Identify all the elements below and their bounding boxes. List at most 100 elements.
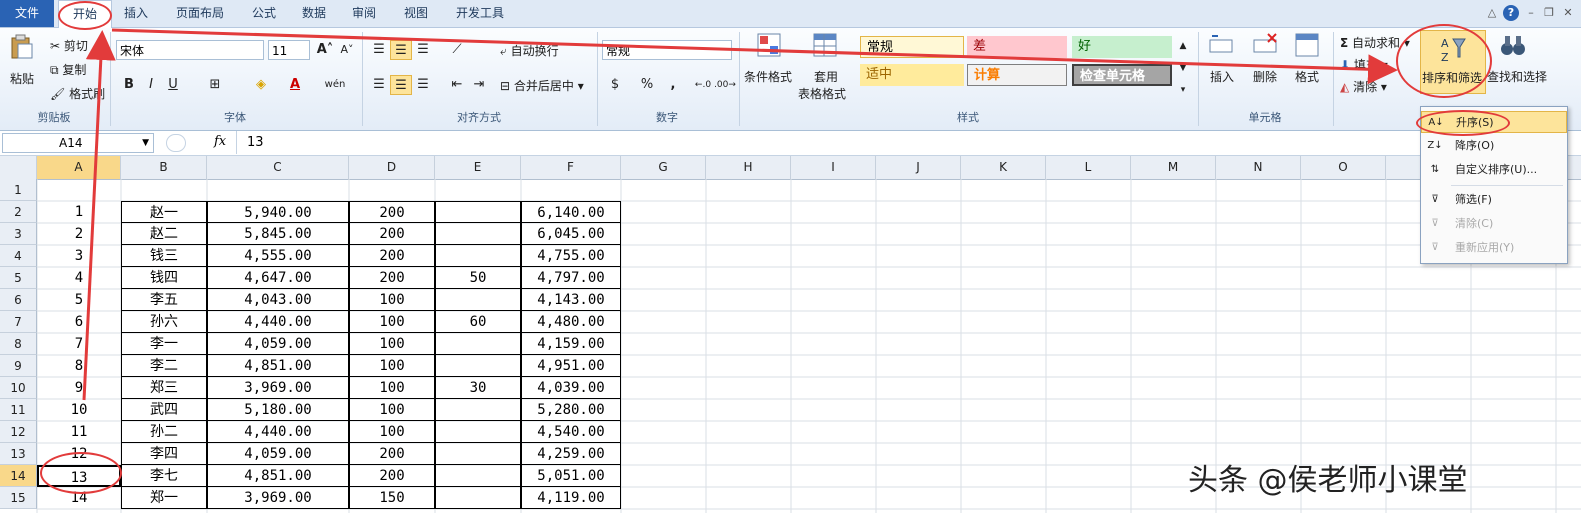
align-left-icon[interactable]: ☰: [368, 75, 390, 95]
column-header-m[interactable]: M: [1131, 156, 1216, 179]
select-all-corner[interactable]: [0, 156, 37, 179]
style-bad[interactable]: 差: [967, 36, 1067, 58]
column-header-n[interactable]: N: [1216, 156, 1301, 179]
cell-e[interactable]: [435, 443, 521, 465]
cell-b[interactable]: 武四: [121, 399, 207, 421]
cell-e[interactable]: [435, 421, 521, 443]
cell-d[interactable]: [349, 179, 435, 201]
column-header-c[interactable]: C: [207, 156, 349, 179]
number-format-combo[interactable]: 常规: [602, 40, 732, 60]
increase-indent-icon[interactable]: ⇥: [468, 75, 490, 95]
font-color-icon[interactable]: A: [284, 75, 306, 95]
cell-f[interactable]: 5,280.00: [521, 399, 621, 421]
cell-f[interactable]: 6,045.00: [521, 223, 621, 245]
cell-a[interactable]: [37, 179, 121, 201]
cell-d[interactable]: 100: [349, 311, 435, 333]
cell-a[interactable]: 5: [37, 289, 121, 311]
style-normal[interactable]: 常规: [860, 36, 964, 58]
cell-f[interactable]: 4,039.00: [521, 377, 621, 399]
insert-function-icon[interactable]: fx: [214, 134, 226, 149]
paste-icon[interactable]: [9, 34, 35, 60]
cell-d[interactable]: 200: [349, 443, 435, 465]
cell-e[interactable]: [435, 245, 521, 267]
cell-f[interactable]: 4,119.00: [521, 487, 621, 509]
font-size-combo[interactable]: 11: [268, 40, 310, 60]
column-header-g[interactable]: G: [621, 156, 706, 179]
tab-file[interactable]: 文件: [0, 0, 54, 27]
cell-e[interactable]: 30: [435, 377, 521, 399]
cell-f[interactable]: 4,797.00: [521, 267, 621, 289]
column-header-j[interactable]: J: [876, 156, 961, 179]
format-painter-button[interactable]: 🖌 格式刷: [50, 85, 105, 102]
delete-cells-icon[interactable]: [1252, 32, 1278, 58]
cell-d[interactable]: 100: [349, 355, 435, 377]
cell-f[interactable]: 4,259.00: [521, 443, 621, 465]
copy-button[interactable]: ⧉ 复制: [50, 61, 86, 78]
menu-item-sort-descending[interactable]: Z↓ 降序(O): [1421, 135, 1567, 157]
cell-a[interactable]: 6: [37, 311, 121, 333]
ribbon-minimize-icon[interactable]: △: [1484, 5, 1500, 21]
cell-b[interactable]: 郑一: [121, 487, 207, 509]
window-restore-icon[interactable]: ❐: [1541, 5, 1557, 21]
cell-d[interactable]: 100: [349, 377, 435, 399]
insert-cells-icon[interactable]: [1208, 32, 1234, 58]
menu-item-custom-sort[interactable]: ⇅ 自定义排序(U)...: [1421, 159, 1567, 181]
cell-e[interactable]: [435, 355, 521, 377]
row-header[interactable]: 14: [0, 465, 37, 487]
fill-button[interactable]: ⬇ 填充 ▾: [1340, 56, 1388, 73]
cell-d[interactable]: 100: [349, 399, 435, 421]
align-top-icon[interactable]: ☰: [368, 40, 390, 60]
name-box-dropdown-icon[interactable]: ▼: [142, 134, 149, 152]
cell-e[interactable]: 60: [435, 311, 521, 333]
cell-c[interactable]: 4,555.00: [207, 245, 349, 267]
font-name-combo[interactable]: 宋体: [116, 40, 264, 60]
cell-c[interactable]: 5,180.00: [207, 399, 349, 421]
column-header-f[interactable]: F: [521, 156, 621, 179]
column-header-h[interactable]: H: [706, 156, 791, 179]
cell-c[interactable]: 4,059.00: [207, 443, 349, 465]
formula-bar-expand-icon[interactable]: [166, 134, 186, 152]
help-icon[interactable]: ?: [1503, 5, 1519, 21]
format-cells-button[interactable]: 格式: [1295, 68, 1319, 85]
cell-e[interactable]: [435, 179, 521, 201]
clear-button[interactable]: ◭ 清除 ▾: [1340, 78, 1387, 95]
menu-item-filter[interactable]: ⊽ 筛选(F): [1421, 189, 1567, 211]
cell-c[interactable]: 3,969.00: [207, 377, 349, 399]
cell-f[interactable]: 4,951.00: [521, 355, 621, 377]
tab-insert[interactable]: 插入: [116, 0, 156, 27]
cell-d[interactable]: 200: [349, 267, 435, 289]
window-minimize-icon[interactable]: –: [1523, 5, 1539, 21]
row-header[interactable]: 3: [0, 223, 37, 245]
row-header[interactable]: 4: [0, 245, 37, 267]
cell-b[interactable]: 李五: [121, 289, 207, 311]
cell-d[interactable]: 200: [349, 465, 435, 487]
cell-f[interactable]: 5,051.00: [521, 465, 621, 487]
style-check-cell[interactable]: 检查单元格: [1072, 64, 1172, 86]
column-header-d[interactable]: D: [349, 156, 435, 179]
tab-view[interactable]: 视图: [396, 0, 436, 27]
cell-c[interactable]: 4,440.00: [207, 311, 349, 333]
row-header[interactable]: 13: [0, 443, 37, 465]
insert-cells-button[interactable]: 插入: [1210, 68, 1234, 85]
bold-button[interactable]: B: [118, 75, 140, 95]
column-header-i[interactable]: I: [791, 156, 876, 179]
comma-button[interactable]: ,: [662, 75, 684, 95]
cell-f[interactable]: 4,159.00: [521, 333, 621, 355]
row-header[interactable]: 2: [0, 201, 37, 223]
format-table-label-top[interactable]: 套用: [814, 68, 838, 85]
cell-d[interactable]: 100: [349, 289, 435, 311]
currency-icon[interactable]: $: [604, 75, 626, 95]
cell-b[interactable]: 孙二: [121, 421, 207, 443]
cell-b[interactable]: 钱三: [121, 245, 207, 267]
cell-b[interactable]: 郑三: [121, 377, 207, 399]
format-table-icon[interactable]: [812, 32, 838, 58]
cell-c[interactable]: 5,845.00: [207, 223, 349, 245]
style-neutral[interactable]: 适中: [860, 64, 964, 86]
row-header[interactable]: 9: [0, 355, 37, 377]
cell-d[interactable]: 200: [349, 245, 435, 267]
align-bottom-icon[interactable]: ☰: [412, 40, 434, 60]
cell-e[interactable]: [435, 289, 521, 311]
increase-decimal-icon[interactable]: ←.0: [692, 75, 714, 95]
cell-b[interactable]: 李二: [121, 355, 207, 377]
cell-b[interactable]: 李四: [121, 443, 207, 465]
